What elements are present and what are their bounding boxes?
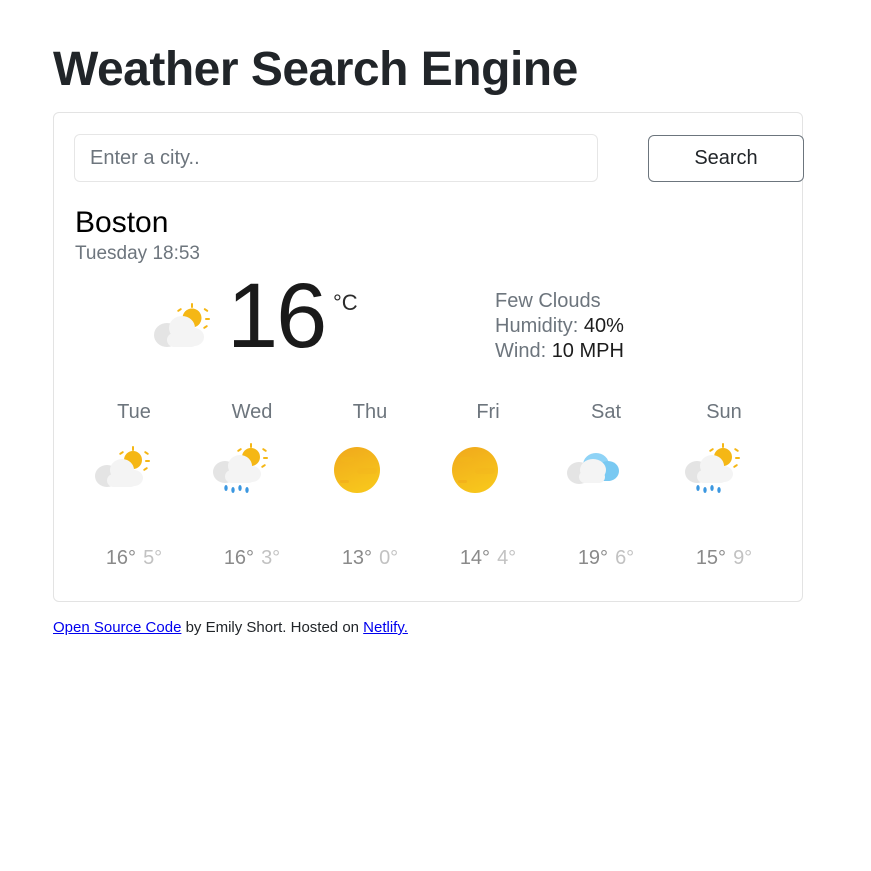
forecast-temps: 19° 6° (547, 547, 665, 570)
footer-text: by Emily Short. Hosted on (181, 619, 364, 636)
forecast-high: 19° (577, 547, 609, 569)
city-name: Boston (75, 206, 169, 239)
forecast-high: 15° (695, 547, 727, 569)
date-time: Tuesday 18:53 (75, 243, 200, 264)
forecast-day-label: Thu (352, 401, 388, 423)
current-conditions: 16 °C Few Clouds Humidity: 40% Wind: 10 … (75, 270, 783, 368)
forecast-day-fri: Fri 14° 4° (429, 401, 547, 581)
search-row: Search (74, 134, 804, 182)
forecast-day-sun: Sun 15° 9° (665, 401, 783, 581)
forecast-day-sat: Sat 19° 6° (547, 401, 665, 581)
netlify-link[interactable]: Netlify. (363, 619, 408, 636)
forecast-day-label: Sat (590, 401, 622, 423)
open-source-code-link[interactable]: Open Source Code (53, 619, 181, 636)
forecast-high: 16° (223, 547, 255, 569)
footer: Open Source Code by Emily Short. Hosted … (53, 619, 408, 636)
forecast-temps: 14° 4° (429, 547, 547, 570)
forecast-low: 9° (733, 547, 753, 569)
humidity-label: Humidity: (495, 315, 579, 337)
search-input[interactable] (74, 134, 598, 182)
temperature-unit: °C (333, 290, 358, 315)
current-details: Few Clouds Humidity: 40% Wind: 10 MPH (495, 289, 624, 364)
weather-app-page: Weather Search Engine Search Boston Tues… (0, 0, 871, 871)
weather-description: Few Clouds (495, 290, 601, 312)
forecast-low: 6° (615, 547, 635, 569)
humidity-value: 40% (583, 315, 624, 337)
forecast-day-label: Tue (117, 401, 151, 423)
partly-cloudy-rain-icon (209, 443, 271, 495)
humidity-row: Humidity: 40% (495, 314, 624, 339)
forecast-day-label: Sun (706, 401, 742, 423)
cloudy-icon (563, 443, 625, 495)
forecast-temps: 15° 9° (665, 547, 783, 570)
wind-value: 10 MPH (551, 340, 624, 362)
partly-cloudy-icon (91, 443, 153, 495)
forecast-temps: 16° 3° (193, 547, 311, 570)
forecast-temps: 16° 5° (75, 547, 193, 570)
forecast-day-tue: Tue 16° 5° (75, 401, 193, 581)
forecast-high: 16° (105, 547, 137, 569)
forecast-high: 13° (341, 547, 373, 569)
forecast-day-wed: Wed 16° 3° (193, 401, 311, 581)
forecast-temps: 13° 0° (311, 547, 429, 570)
page-title: Weather Search Engine (53, 43, 578, 96)
forecast-day-label: Wed (231, 401, 273, 423)
wind-row: Wind: 10 MPH (495, 339, 624, 364)
current-temperature: 16 (227, 265, 327, 367)
forecast-day-thu: Thu 13° 0° (311, 401, 429, 581)
partly-cloudy-rain-icon (681, 443, 743, 495)
forecast-low: 5° (143, 547, 163, 569)
weather-card: Search Boston Tuesday 18:53 (53, 112, 804, 602)
forecast-row: Tue 16° 5° Wed 16° 3° Thu 13° 0° Fri 14°… (75, 401, 783, 581)
search-button[interactable]: Search (648, 135, 804, 182)
wind-label: Wind: (495, 340, 547, 362)
forecast-low: 0° (379, 547, 399, 569)
sun-icon (327, 443, 389, 495)
forecast-day-label: Fri (476, 401, 500, 423)
forecast-high: 14° (459, 547, 491, 569)
forecast-low: 4° (497, 547, 517, 569)
forecast-low: 3° (261, 547, 281, 569)
partly-cloudy-icon (150, 303, 212, 351)
sun-icon (445, 443, 507, 495)
